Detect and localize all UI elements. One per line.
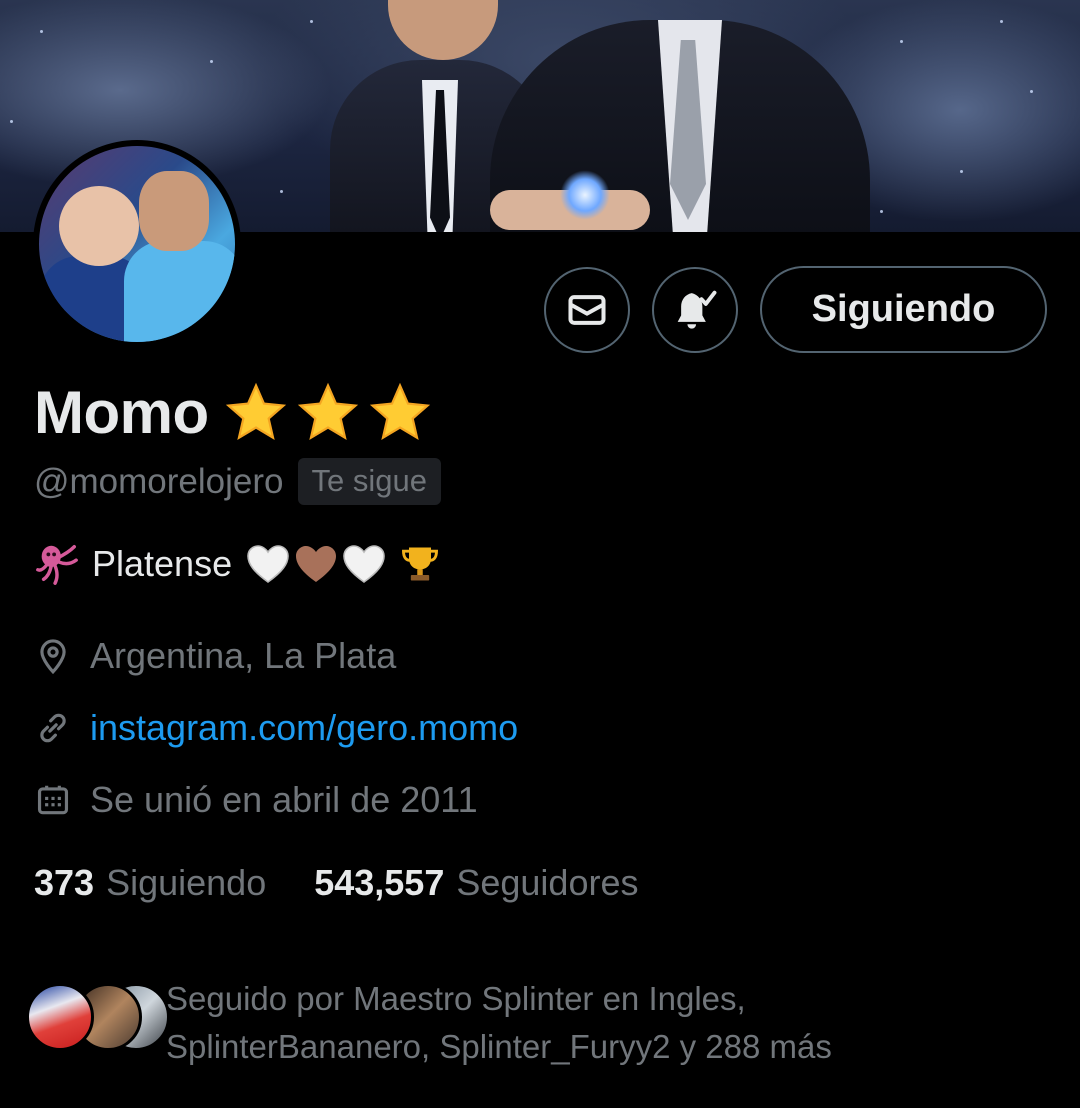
followers-label: Seguidores [456,862,639,903]
location-pin-icon [40,639,66,675]
following-button-label: Siguiendo [811,288,996,330]
website-link[interactable]: instagram.com/gero.momo [90,707,518,749]
notifications-button[interactable] [652,267,738,353]
followed-by-text: Seguido por Maestro Splinter en Ingles, … [166,975,832,1071]
white-heart-icon [244,540,292,588]
bio: Platense [34,540,442,588]
bell-check-icon [677,290,717,329]
website-row: instagram.com/gero.momo [34,707,518,749]
joined-row: Se unió en abril de 2011 [34,779,478,821]
mail-icon [568,295,606,325]
link-icon [40,713,66,743]
username: @momorelojero [34,461,284,501]
profile-avatar[interactable] [33,140,241,348]
followed-by[interactable]: Seguido por Maestro Splinter en Ingles, … [26,975,832,1071]
star-icon [225,382,286,440]
calendar-icon [37,785,69,815]
star-icon [369,382,430,440]
banner-microphone [560,170,610,220]
joined-text: Se unió en abril de 2011 [90,779,478,820]
name-row: Momo [34,378,433,447]
following-count: 373 [34,862,95,903]
trophy-icon [398,542,442,586]
squid-icon [34,541,80,587]
followed-by-avatars [26,979,170,1059]
following-link[interactable]: 373 Siguiendo [34,862,266,904]
following-button[interactable]: Siguiendo [760,266,1047,353]
avatar-photo [39,146,235,342]
white-heart-icon [340,540,388,588]
location-text: Argentina, La Plata [90,635,397,676]
follows-you-badge: Te sigue [297,458,441,505]
handle-row: @momorelojero Te sigue [34,458,441,505]
message-button[interactable] [544,267,630,353]
location-row: Argentina, La Plata [34,635,396,677]
brown-heart-icon [292,540,340,588]
avatar [26,983,94,1051]
following-label: Siguiendo [106,862,267,903]
star-icon [297,382,358,440]
follow-counts: 373 Siguiendo 543,557 Seguidores [34,862,639,904]
stars-emoji [223,380,433,446]
followers-count: 543,557 [314,862,445,903]
bio-text: Platense [92,543,233,584]
followed-by-line-2: SplinterBananero, Splinter_Furyy2 y 288 … [166,1028,832,1065]
followed-by-line-1: Seguido por Maestro Splinter en Ingles, [166,980,746,1017]
display-name: Momo [34,379,209,446]
followers-link[interactable]: 543,557 Seguidores [314,862,638,904]
